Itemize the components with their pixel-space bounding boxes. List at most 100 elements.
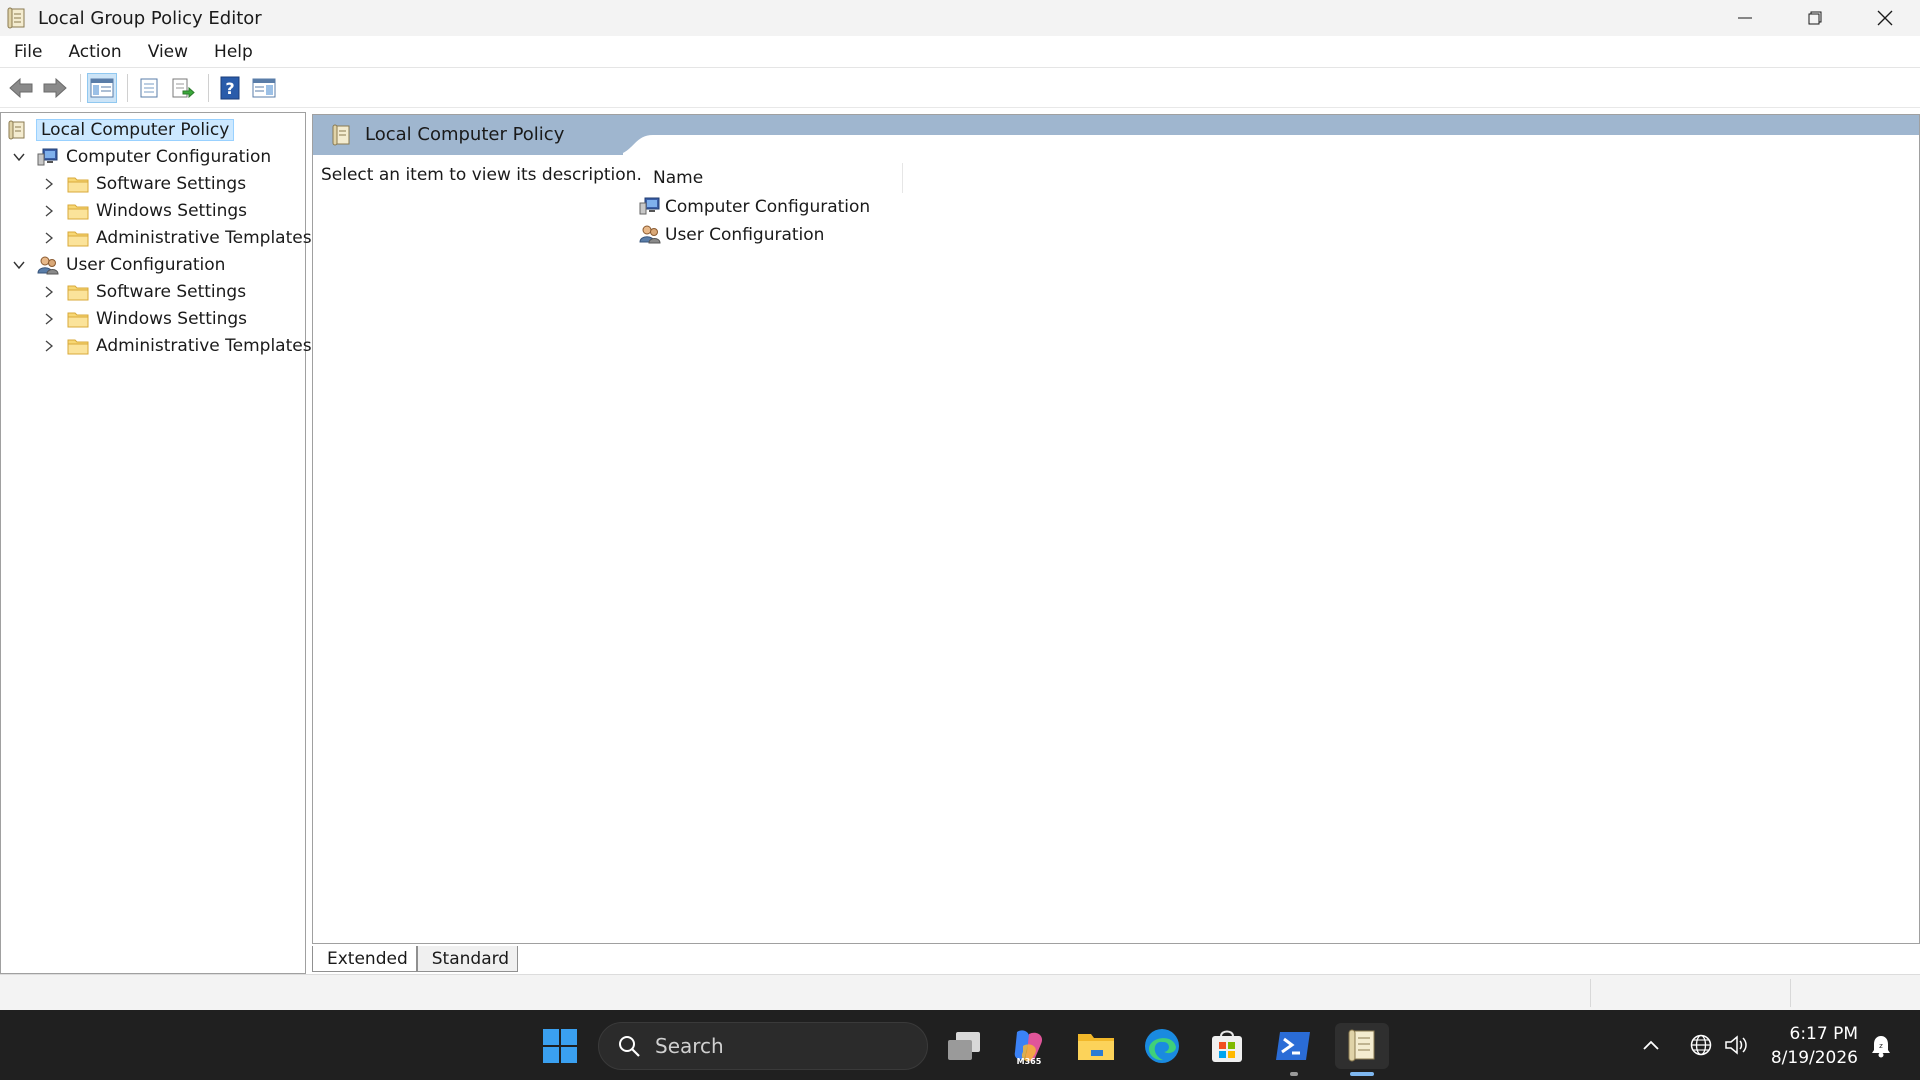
help-button[interactable]: ? xyxy=(215,73,245,103)
task-view-button[interactable] xyxy=(941,1023,987,1069)
toolbar-separator xyxy=(127,73,128,102)
console-tree-pane[interactable]: Local Computer Policy Computer Configura… xyxy=(0,112,312,974)
svg-text:M365: M365 xyxy=(1017,1057,1042,1066)
list-item-label: User Configuration xyxy=(665,225,825,245)
tree-item-user-configuration[interactable]: User Configuration xyxy=(11,252,225,278)
tree-item-windows-settings[interactable]: Windows Settings xyxy=(41,306,247,332)
computer-icon xyxy=(639,196,661,218)
start-button[interactable] xyxy=(537,1023,583,1069)
search-placeholder: Search xyxy=(655,1034,724,1058)
close-icon xyxy=(1877,10,1893,26)
export-list-button[interactable] xyxy=(168,73,198,103)
tab-extended[interactable]: Extended xyxy=(312,946,417,972)
chevron-right-icon[interactable] xyxy=(41,230,57,246)
tree-item-administrative-templates[interactable]: Administrative Templates xyxy=(41,225,312,251)
tree-label: User Configuration xyxy=(66,255,226,275)
menu-file[interactable]: File xyxy=(0,42,54,62)
running-indicator xyxy=(1290,1072,1298,1076)
chevron-right-icon[interactable] xyxy=(41,203,57,219)
powershell-button[interactable] xyxy=(1270,1023,1316,1069)
taskbar-search[interactable]: Search xyxy=(598,1022,928,1070)
svg-text:z: z xyxy=(1879,1042,1883,1050)
tab-standard[interactable]: Standard xyxy=(416,946,519,972)
details-header-title: Local Computer Policy xyxy=(365,124,565,145)
group-policy-editor-button[interactable] xyxy=(1335,1023,1389,1069)
minimize-button[interactable] xyxy=(1710,0,1780,36)
search-icon xyxy=(619,1036,640,1057)
toolbar-separator xyxy=(208,73,209,102)
list-item-label: Computer Configuration xyxy=(665,197,871,217)
microsoft-store-button[interactable] xyxy=(1204,1023,1250,1069)
restore-icon xyxy=(1808,11,1822,25)
active-indicator xyxy=(1350,1072,1374,1076)
chevron-down-icon[interactable] xyxy=(11,257,27,273)
menu-help[interactable]: Help xyxy=(200,42,265,62)
folder-icon xyxy=(67,282,89,302)
properties-button[interactable] xyxy=(134,73,164,103)
header-curve xyxy=(613,115,1913,155)
policy-scroll-icon xyxy=(7,120,29,140)
tree-label: Administrative Templates xyxy=(96,228,312,248)
tree-item-software-settings[interactable]: Software Settings xyxy=(41,279,246,305)
show-action-pane-button[interactable] xyxy=(249,73,279,103)
network-button[interactable] xyxy=(1686,1033,1716,1057)
status-divider xyxy=(1590,979,1591,1007)
list-item-computer-configuration[interactable]: Computer Configuration xyxy=(639,193,870,221)
folder-icon xyxy=(67,336,89,356)
edge-browser-button[interactable] xyxy=(1139,1023,1185,1069)
help-icon: ? xyxy=(220,76,240,99)
chevron-down-icon[interactable] xyxy=(11,149,27,165)
action-pane-icon xyxy=(252,78,276,97)
tree-label: Windows Settings xyxy=(96,309,248,329)
menu-view[interactable]: View xyxy=(134,42,200,62)
computer-icon xyxy=(37,147,59,167)
list-item-user-configuration[interactable]: User Configuration xyxy=(639,221,824,249)
restore-button[interactable] xyxy=(1780,0,1850,36)
folder-icon xyxy=(1078,1034,1114,1060)
minimize-icon xyxy=(1738,17,1752,19)
folder-icon xyxy=(67,201,89,221)
back-button[interactable] xyxy=(6,73,36,103)
toolbar: ? xyxy=(0,68,1920,108)
clock-time: 6:17 PM xyxy=(1789,1024,1859,1044)
description-text: Select an item to view its description. xyxy=(321,165,642,185)
policy-scroll-icon xyxy=(331,123,353,147)
tree-label: Administrative Templates xyxy=(96,336,312,356)
file-explorer-button[interactable] xyxy=(1073,1023,1119,1069)
toolbar-separator xyxy=(80,73,81,102)
folder-icon xyxy=(67,309,89,329)
show-hidden-icons-button[interactable] xyxy=(1638,1039,1664,1051)
tree-label: Windows Settings xyxy=(96,201,248,221)
close-button[interactable] xyxy=(1850,0,1920,36)
back-arrow-icon xyxy=(9,77,33,98)
forward-button[interactable] xyxy=(40,73,70,103)
menu-action[interactable]: Action xyxy=(54,42,133,62)
folder-icon xyxy=(67,228,89,248)
clock[interactable]: 6:17 PM 8/19/2026 xyxy=(1771,1022,1858,1070)
chevron-up-icon xyxy=(1643,1040,1659,1050)
tree-item-windows-settings[interactable]: Windows Settings xyxy=(41,198,247,224)
policy-scroll-icon xyxy=(1348,1029,1375,1062)
column-header-name[interactable]: Name xyxy=(641,163,903,193)
speaker-icon xyxy=(1725,1035,1747,1055)
details-header: Local Computer Policy xyxy=(313,115,1919,155)
details-pane: Local Computer Policy Select an item to … xyxy=(312,114,1920,944)
notifications-button[interactable]: z xyxy=(1866,1023,1896,1069)
users-icon xyxy=(639,224,661,246)
volume-button[interactable] xyxy=(1722,1034,1752,1056)
chevron-right-icon[interactable] xyxy=(41,284,57,300)
notification-bell-icon: z xyxy=(1872,1036,1890,1058)
chevron-right-icon[interactable] xyxy=(41,338,57,354)
console-tree-icon xyxy=(90,78,114,97)
tree-item-software-settings[interactable]: Software Settings xyxy=(41,171,246,197)
chevron-right-icon[interactable] xyxy=(41,176,57,192)
tree-item-administrative-templates[interactable]: Administrative Templates xyxy=(41,333,312,359)
view-tabs: Extended Standard xyxy=(312,946,519,974)
policy-scroll-icon xyxy=(6,6,28,30)
tree-item-local-computer-policy[interactable]: Local Computer Policy xyxy=(7,117,235,143)
m365-copilot-button[interactable]: M365 xyxy=(1006,1023,1052,1069)
show-hide-console-tree-button[interactable] xyxy=(87,72,117,103)
tree-item-computer-configuration[interactable]: Computer Configuration xyxy=(11,144,271,170)
users-icon xyxy=(37,255,59,275)
chevron-right-icon[interactable] xyxy=(41,311,57,327)
